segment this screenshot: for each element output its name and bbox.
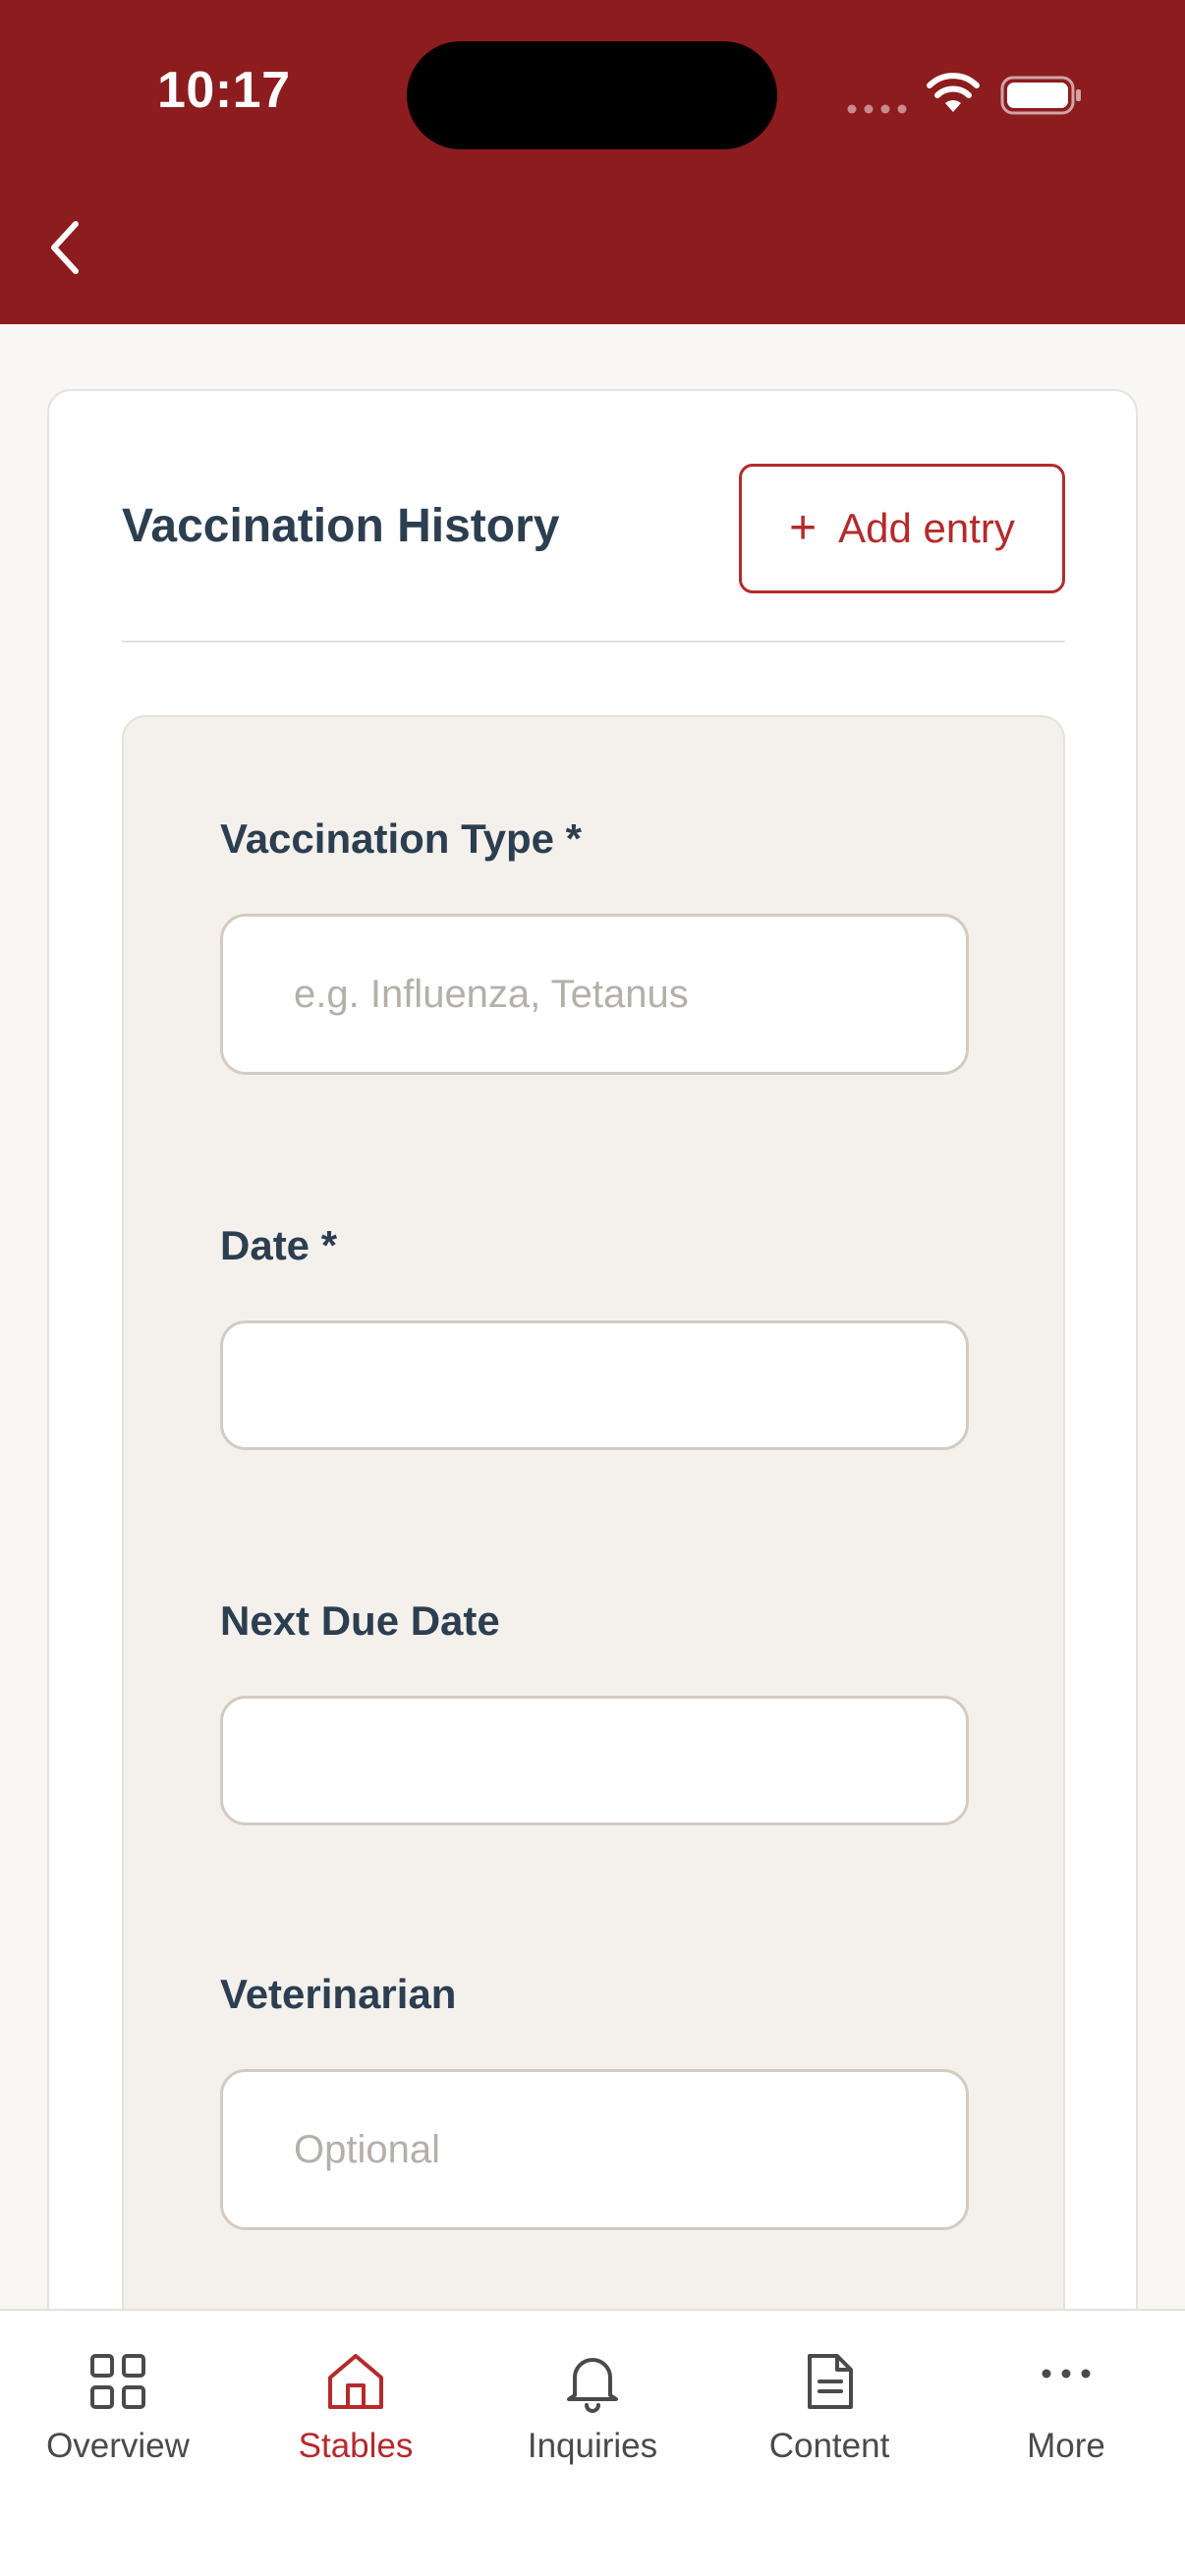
tab-label: Inquiries xyxy=(527,2427,658,2465)
add-entry-label: Add entry xyxy=(838,505,1015,551)
bottom-tab-bar: Overview Stables Inquiries Content More xyxy=(0,2309,1185,2576)
tab-label: More xyxy=(1027,2427,1105,2465)
tab-stables[interactable]: Stables xyxy=(257,2350,454,2478)
more-dots-icon xyxy=(1042,2369,1091,2379)
veterinarian-label: Veterinarian xyxy=(220,1971,457,2017)
grid-icon xyxy=(90,2354,145,2409)
card-divider xyxy=(122,641,1065,643)
vaccination-type-input[interactable] xyxy=(220,914,969,1075)
battery-icon xyxy=(1000,76,1081,115)
cellular-signal-icon xyxy=(847,104,907,114)
app-header: 10:17 xyxy=(0,0,1185,324)
tab-content[interactable]: Content xyxy=(731,2350,928,2478)
veterinarian-input[interactable] xyxy=(220,2069,969,2230)
tab-label: Stables xyxy=(298,2427,414,2465)
vaccination-entry-form: Vaccination Type * Date * Next Due Date … xyxy=(122,715,1065,2484)
next-due-date-label: Next Due Date xyxy=(220,1597,500,1644)
next-due-date-input[interactable] xyxy=(220,1696,969,1825)
tab-inquiries[interactable]: Inquiries xyxy=(494,2350,691,2478)
app-screen: 10:17 Vaccination History + Add entry Va… xyxy=(0,0,1185,2576)
document-icon xyxy=(808,2354,853,2409)
tab-more[interactable]: More xyxy=(968,2350,1164,2478)
vaccination-history-card: Vaccination History + Add entry Vaccinat… xyxy=(47,389,1138,2484)
dynamic-island xyxy=(407,41,777,149)
tab-overview[interactable]: Overview xyxy=(20,2350,216,2478)
status-time: 10:17 xyxy=(157,62,291,119)
home-icon xyxy=(328,2354,383,2409)
date-label: Date * xyxy=(220,1222,338,1268)
tab-label: Content xyxy=(768,2427,890,2465)
chevron-left-icon xyxy=(51,221,79,274)
vaccination-type-label: Vaccination Type * xyxy=(220,815,583,862)
tab-label: Overview xyxy=(46,2427,190,2465)
plus-icon: + xyxy=(789,502,818,554)
bell-icon xyxy=(567,2358,618,2413)
add-entry-button[interactable]: + Add entry xyxy=(739,464,1065,593)
wifi-icon xyxy=(927,73,980,112)
card-title: Vaccination History xyxy=(122,500,560,552)
back-button[interactable] xyxy=(29,208,98,287)
date-input[interactable] xyxy=(220,1320,969,1450)
